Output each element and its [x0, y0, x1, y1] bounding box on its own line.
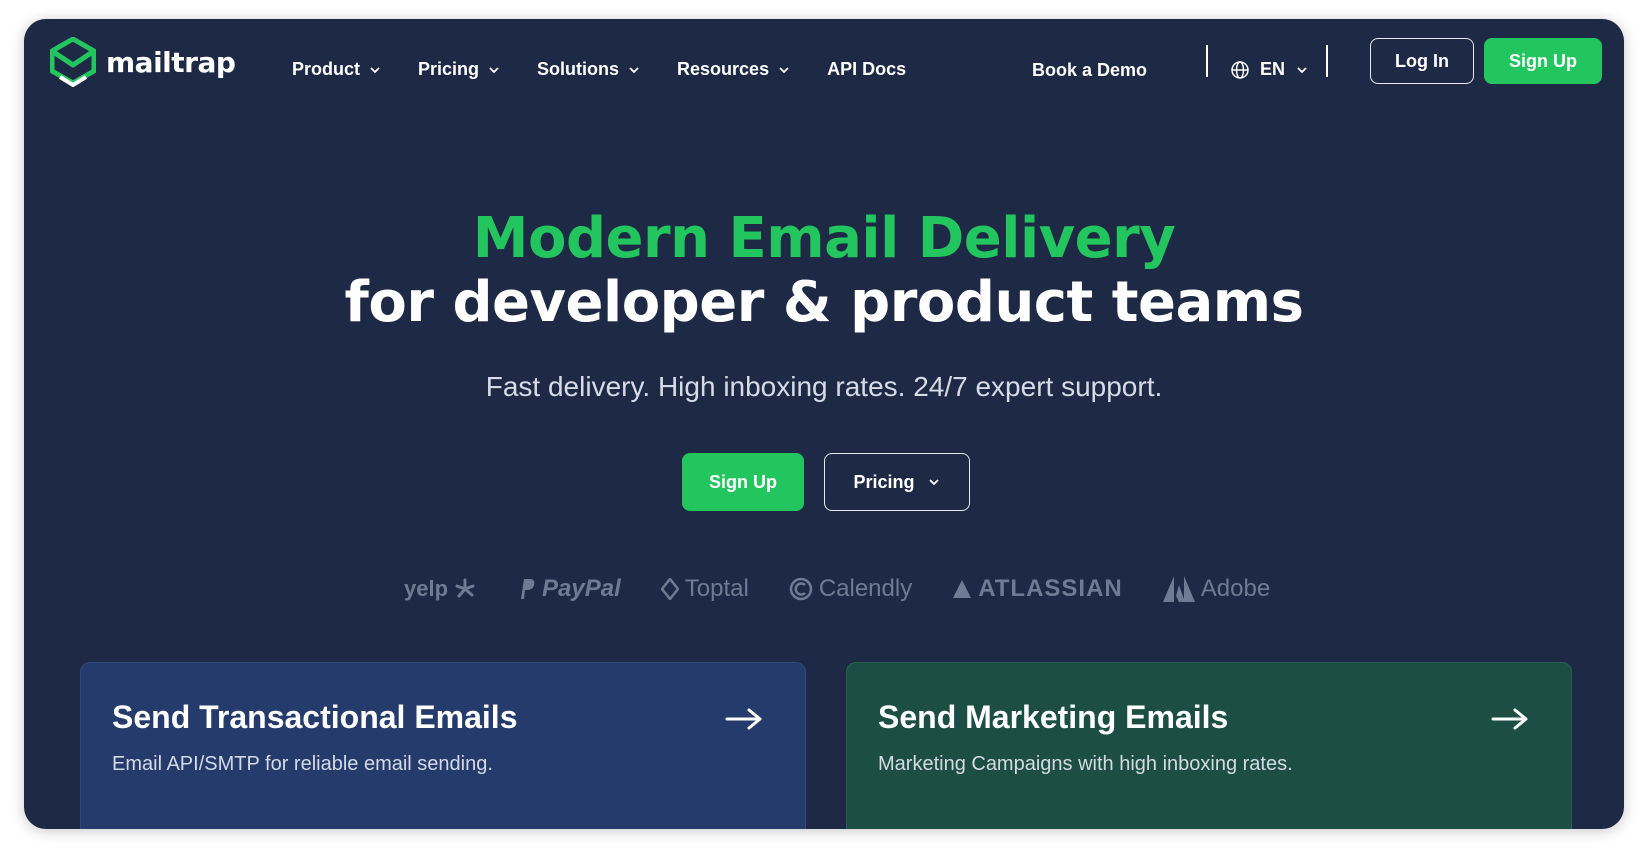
yelp-logo: yelp	[404, 576, 476, 602]
nav-item-label: Resources	[677, 59, 770, 79]
nav-item-label: API Docs	[827, 59, 907, 79]
signup-button-hero[interactable]: Sign Up	[682, 453, 804, 511]
main-nav: Product Pricing Solutions Resources API …	[292, 59, 906, 80]
chevron-down-icon	[928, 479, 939, 486]
chevron-down-icon	[629, 66, 639, 73]
yelp-burst-icon	[455, 578, 475, 598]
atlassian-triangle-icon	[953, 580, 972, 598]
nav-item-label: Solutions	[537, 59, 620, 79]
hero-subtitle: Fast delivery. High inboxing rates. 24/7…	[485, 371, 1163, 402]
language-value: EN	[1260, 59, 1286, 79]
paypal-logo: PayPal	[516, 575, 621, 603]
hero-title-line1: Modern Email Delivery	[472, 206, 1176, 271]
pricing-button-hero[interactable]: Pricing	[824, 453, 970, 511]
hero-title-line2: for developer & product teams	[344, 270, 1305, 335]
signup-button-nav[interactable]: Sign Up	[1484, 38, 1602, 84]
arrow-right-icon[interactable]	[1491, 707, 1529, 731]
globe-icon	[1231, 60, 1249, 79]
adobe-a-icon	[1162, 576, 1195, 602]
browser-window: mailtrap Product Pricing Solutions Resou…	[24, 19, 1624, 829]
nav-item-pricing[interactable]: Pricing	[418, 59, 501, 80]
card-title: Send Transactional Emails	[112, 699, 518, 735]
adobe-wordmark: Adobe	[1200, 575, 1271, 602]
atlassian-logo: ATLASSIAN	[952, 575, 1123, 603]
toptal-logo: Toptal	[660, 575, 749, 603]
nav-item-api-docs[interactable]: API Docs	[827, 59, 906, 80]
paypal-p-icon	[521, 579, 535, 599]
mailtrap-logo-icon	[50, 37, 96, 87]
arrow-right-icon[interactable]	[725, 707, 763, 731]
chevron-down-icon	[779, 66, 789, 73]
nav-item-resources[interactable]: Resources	[677, 59, 791, 80]
chevron-down-icon	[489, 66, 499, 73]
language-selector[interactable]: EN	[1230, 59, 1309, 80]
chevron-down-icon	[370, 66, 380, 73]
card-description: Marketing Campaigns with high inboxing r…	[878, 753, 1293, 775]
customer-logos: yelp PayPal Toptal Calendly ATLASSIAN Ad…	[404, 575, 1270, 603]
calendly-c-icon	[789, 577, 813, 601]
book-demo-link[interactable]: Book a Demo	[1032, 60, 1147, 81]
yelp-wordmark: yelp	[404, 576, 449, 601]
pricing-button-label: Pricing	[853, 471, 915, 492]
nav-divider	[1326, 45, 1328, 77]
atlassian-wordmark: ATLASSIAN	[978, 575, 1123, 602]
transactional-emails-card[interactable]: Send Transactional Emails Email API/SMTP…	[80, 662, 806, 829]
nav-item-solutions[interactable]: Solutions	[537, 59, 641, 80]
nav-divider	[1206, 45, 1208, 77]
card-title: Send Marketing Emails	[878, 699, 1229, 735]
nav-item-product[interactable]: Product	[292, 59, 382, 80]
nav-item-label: Pricing	[418, 59, 480, 79]
calendly-wordmark: Calendly	[818, 575, 913, 602]
login-button[interactable]: Log In	[1370, 38, 1474, 84]
nav-item-label: Product	[292, 59, 361, 79]
mailtrap-logo[interactable]: mailtrap	[50, 37, 236, 87]
card-description: Email API/SMTP for reliable email sendin…	[112, 753, 493, 775]
toptal-diamond-icon	[660, 578, 679, 600]
calendly-logo: Calendly	[789, 575, 912, 603]
toptal-wordmark: Toptal	[684, 575, 749, 602]
chevron-down-icon	[1297, 66, 1307, 73]
adobe-logo: Adobe	[1162, 575, 1271, 603]
logo-wordmark: mailtrap	[106, 45, 236, 79]
paypal-wordmark: PayPal	[542, 575, 621, 602]
marketing-emails-card[interactable]: Send Marketing Emails Marketing Campaign…	[846, 662, 1572, 829]
